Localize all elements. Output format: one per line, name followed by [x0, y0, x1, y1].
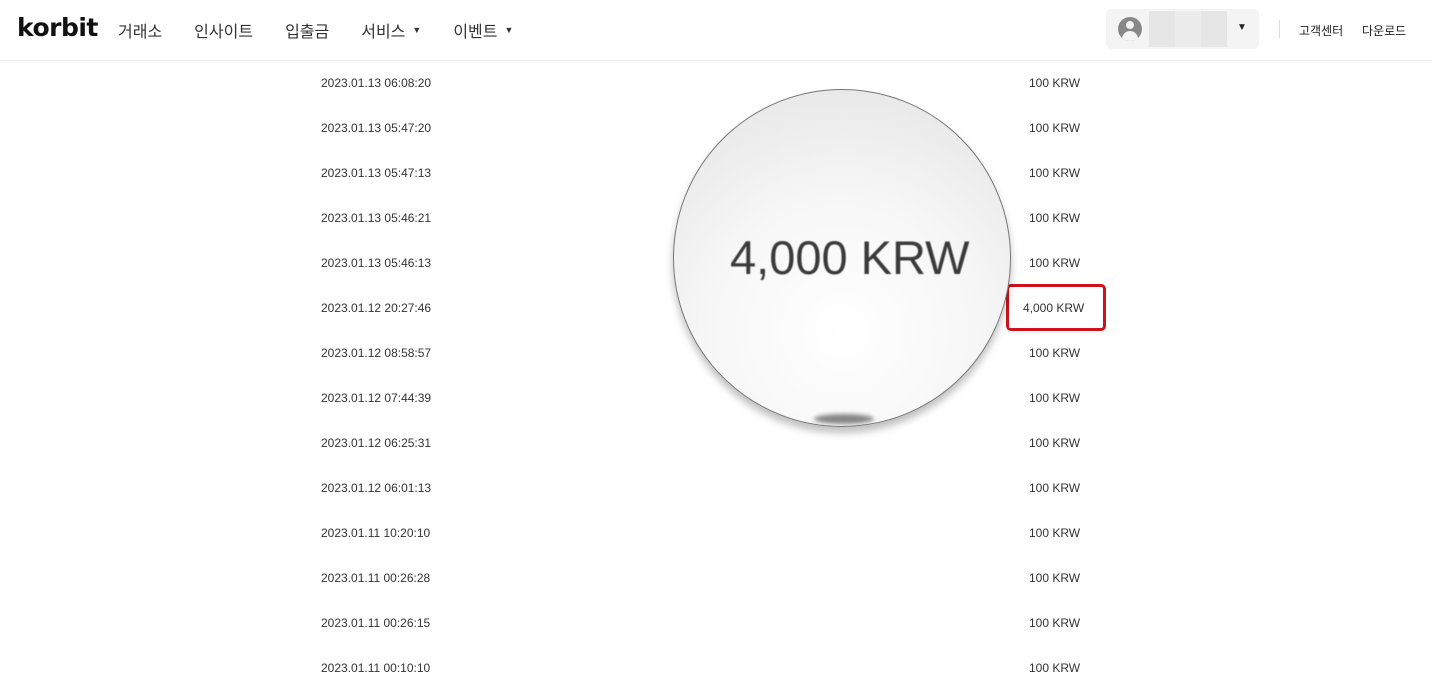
row-date: 2023.01.11 10:20:10 — [321, 526, 431, 540]
caret-down-icon: ▼ — [1237, 22, 1247, 33]
row-date: 2023.01.13 05:46:21 — [321, 211, 432, 225]
nav-item-label: 거래소 — [118, 24, 163, 41]
main-nav: 거래소 인사이트 입출금 서비스 ▼ 이벤트 ▼ — [118, 0, 545, 60]
magnifier-text: 4,000 KRW — [730, 231, 970, 284]
row-amount: 100 KRW — [1029, 526, 1081, 540]
highlighted-amount: 4,000 KRW — [1023, 301, 1085, 315]
nav-item-label: 인사이트 — [194, 24, 254, 41]
magnifier-ghost-bottom — [814, 414, 874, 424]
row-amount: 100 KRW — [1029, 256, 1081, 270]
support-link[interactable]: 고객센터 — [1299, 22, 1343, 39]
row-date: 2023.01.12 08:58:57 — [321, 346, 432, 360]
korbit-logo[interactable]: korbit — [17, 13, 98, 42]
row-date: 2023.01.12 07:44:39 — [321, 391, 432, 405]
nav-item-label: 이벤트 — [453, 24, 498, 41]
row-date: 2023.01.12 20:27:46 — [321, 301, 432, 315]
download-link[interactable]: 다운로드 — [1362, 22, 1406, 39]
avatar-icon — [1118, 17, 1142, 41]
row-amount: 100 KRW — [1029, 571, 1081, 585]
caret-down-icon: ▼ — [412, 25, 422, 35]
transaction-list: 2023.01.13 06:08:20 100 KRW 2023.01.13 05:… — [0, 0, 1432, 697]
magnifier-ghost-top — [804, 90, 874, 96]
row-amount: 100 KRW — [1029, 436, 1081, 450]
row-date: 2023.01.13 05:47:13 — [321, 166, 432, 180]
row-amount: 100 KRW — [1029, 616, 1081, 630]
nav-item-exchange[interactable]: 거래소 — [118, 18, 162, 42]
row-date: 2023.01.13 06:08:20 — [321, 76, 432, 90]
row-amount: 100 KRW — [1029, 481, 1081, 495]
top-header: korbit 거래소 인사이트 입출금 서비스 ▼ 이벤트 ▼ ▼ 고객센터 다… — [0, 0, 1432, 61]
row-date: 2023.01.11 00:26:15 — [321, 616, 431, 630]
header-divider — [1279, 20, 1280, 38]
nav-item-label: 입출금 — [285, 24, 330, 41]
row-amount: 100 KRW — [1029, 661, 1081, 675]
row-amount: 100 KRW — [1029, 76, 1081, 90]
row-date: 2023.01.11 00:10:10 — [321, 661, 431, 675]
row-date: 2023.01.12 06:25:31 — [321, 436, 432, 450]
row-amount: 100 KRW — [1029, 391, 1081, 405]
nav-item-event[interactable]: 이벤트 ▼ — [453, 18, 513, 42]
nav-item-deposit-withdraw[interactable]: 입출금 — [285, 18, 329, 42]
row-amount: 100 KRW — [1029, 121, 1081, 135]
row-date: 2023.01.13 05:46:13 — [321, 256, 432, 270]
row-date: 2023.01.11 00:26:28 — [321, 571, 431, 585]
row-date: 2023.01.13 05:47:20 — [321, 121, 432, 135]
row-amount: 100 KRW — [1029, 346, 1081, 360]
nav-item-service[interactable]: 서비스 ▼ — [361, 18, 421, 42]
caret-down-icon: ▼ — [504, 25, 514, 35]
user-menu-button[interactable]: ▼ — [1106, 9, 1259, 49]
row-date: 2023.01.12 06:01:13 — [321, 481, 432, 495]
row-amount: 100 KRW — [1029, 166, 1081, 180]
nav-item-label: 서비스 — [361, 24, 406, 41]
nav-item-insight[interactable]: 인사이트 — [194, 18, 253, 42]
magnifier-overlay: 4,000 KRW — [673, 89, 1011, 427]
row-amount: 100 KRW — [1029, 211, 1081, 225]
redacted-username — [1149, 11, 1227, 47]
